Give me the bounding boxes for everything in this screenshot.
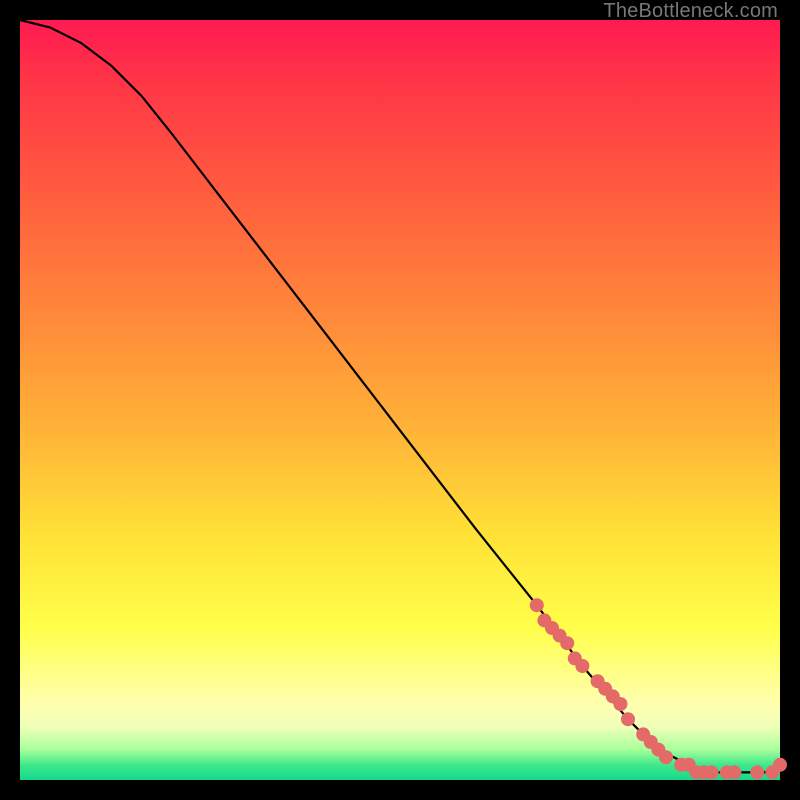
data-point [705, 765, 719, 779]
data-point [659, 750, 673, 764]
marker-group [530, 598, 787, 779]
chart-svg [20, 20, 780, 780]
data-point [613, 697, 627, 711]
data-point [621, 712, 635, 726]
data-point [750, 765, 764, 779]
bottleneck-curve [20, 20, 780, 772]
data-point [773, 758, 787, 772]
data-point [575, 659, 589, 673]
chart-frame: TheBottleneck.com [0, 0, 800, 800]
plot-area [20, 20, 780, 780]
data-point [727, 765, 741, 779]
data-point [530, 598, 544, 612]
data-point [560, 636, 574, 650]
